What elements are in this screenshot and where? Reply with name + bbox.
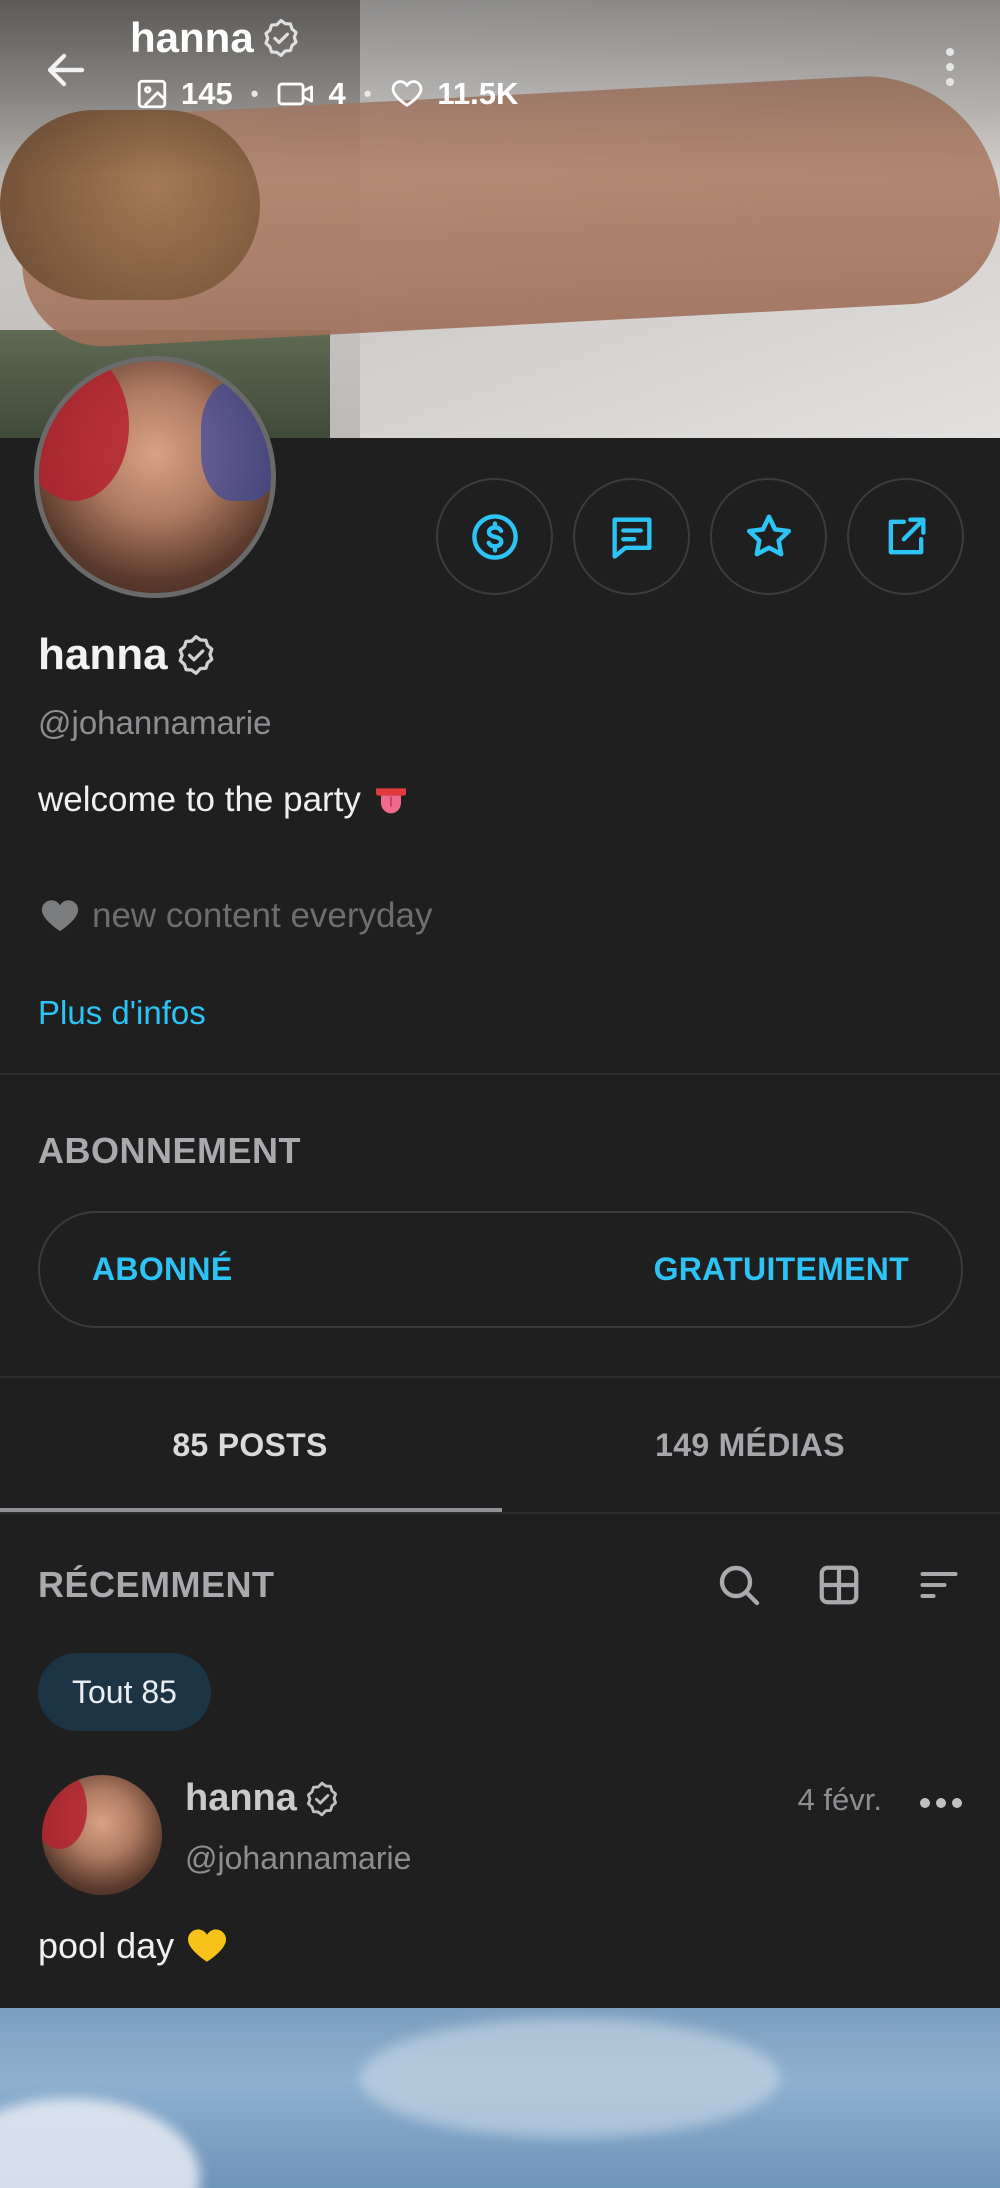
bio-line-2: new content everyday [92,896,433,935]
profile-avatar[interactable] [34,356,276,598]
kebab-dot [946,78,954,86]
post-author-avatar[interactable] [42,1775,162,1895]
post-author-handle: @johannamarie [185,1840,412,1876]
post-author[interactable]: hanna [185,1777,341,1820]
likes-count: 11.5K [437,76,519,111]
tab-posts[interactable]: 85 POSTS [0,1378,500,1512]
bio-fade [38,952,638,974]
feed-toolbar: RÉCEMMENT [38,1555,963,1615]
share-button[interactable] [847,478,964,595]
share-icon [888,517,925,554]
post-text: pool day [38,1925,230,1967]
cloud-shape [360,2018,780,2138]
subscribe-button[interactable]: ABONNÉ GRATUITEMENT [38,1211,963,1328]
images-count: 145 [181,76,233,111]
subscription-status: ABONNÉ [92,1251,233,1287]
kebab-dot [946,48,954,56]
post-media[interactable] [0,2008,1000,2188]
image-icon [137,79,167,109]
grid-icon [819,1565,859,1605]
post-caption: pool day [38,1925,175,1966]
more-dot [952,1798,962,1808]
yellow-heart-icon [188,1929,227,1962]
profile-actions [436,478,964,595]
profile-name: hanna [38,630,218,680]
verified-badge-icon [178,635,213,675]
post-date: 4 févr. [797,1782,882,1817]
more-options-button[interactable] [930,48,970,88]
more-dot [920,1798,930,1808]
feed-section-label: RÉCEMMENT [38,1564,275,1605]
videos-count: 4 [328,76,346,111]
bio-line: welcome to the party [38,780,411,820]
arrow-left-icon [47,53,85,87]
separator-dot: • [363,81,372,106]
profile-name-text: hanna [38,630,168,679]
post-author-name: hanna [185,1777,297,1819]
tab-media[interactable]: 149 MÉDIAS [500,1378,1000,1512]
video-icon [278,82,314,106]
divider [0,1073,1000,1075]
subscription-title: ABONNEMENT [38,1130,301,1171]
message-button[interactable] [573,478,690,595]
profile-handle: @johannamarie [38,704,272,741]
kebab-dot [946,63,954,71]
grey-heart-icon [41,900,79,931]
feed-tools [715,1561,963,1609]
verified-badge-icon [306,1781,337,1816]
filter-chip-all[interactable]: Tout 85 [38,1653,211,1731]
dollar-circle-icon [471,513,518,560]
search-button[interactable] [715,1561,763,1609]
post-more-button[interactable] [920,1798,962,1808]
subscription-price: GRATUITEMENT [653,1251,909,1287]
back-button[interactable] [38,42,94,98]
grid-view-button[interactable] [815,1561,863,1609]
content-tabs: 85 POSTS 149 MÉDIAS [0,1378,1000,1512]
star-icon [746,514,791,556]
header-name: hanna [130,14,254,61]
verified-badge-icon [264,18,298,58]
header-title: hanna [130,14,302,62]
heart-icon [392,80,423,107]
search-icon [719,1565,760,1606]
divider [0,1512,1000,1514]
message-icon [612,517,651,559]
bio-line: new content everyday [38,896,432,936]
cloud-shape [0,2098,200,2188]
tip-button[interactable] [436,478,553,595]
sort-button[interactable] [915,1561,963,1609]
header-stats: 145 • 4 • 11.5K [135,76,518,112]
sort-icon [920,1571,958,1599]
more-info-link[interactable]: Plus d'infos [38,994,206,1032]
top-bar: hanna 145 • 4 • 11.5K [0,0,1000,130]
favorite-button[interactable] [710,478,827,595]
more-dot [936,1798,946,1808]
tongue-emoji-icon [375,788,406,814]
bio-line-1: welcome to the party [38,780,361,819]
separator-dot: • [250,81,259,106]
